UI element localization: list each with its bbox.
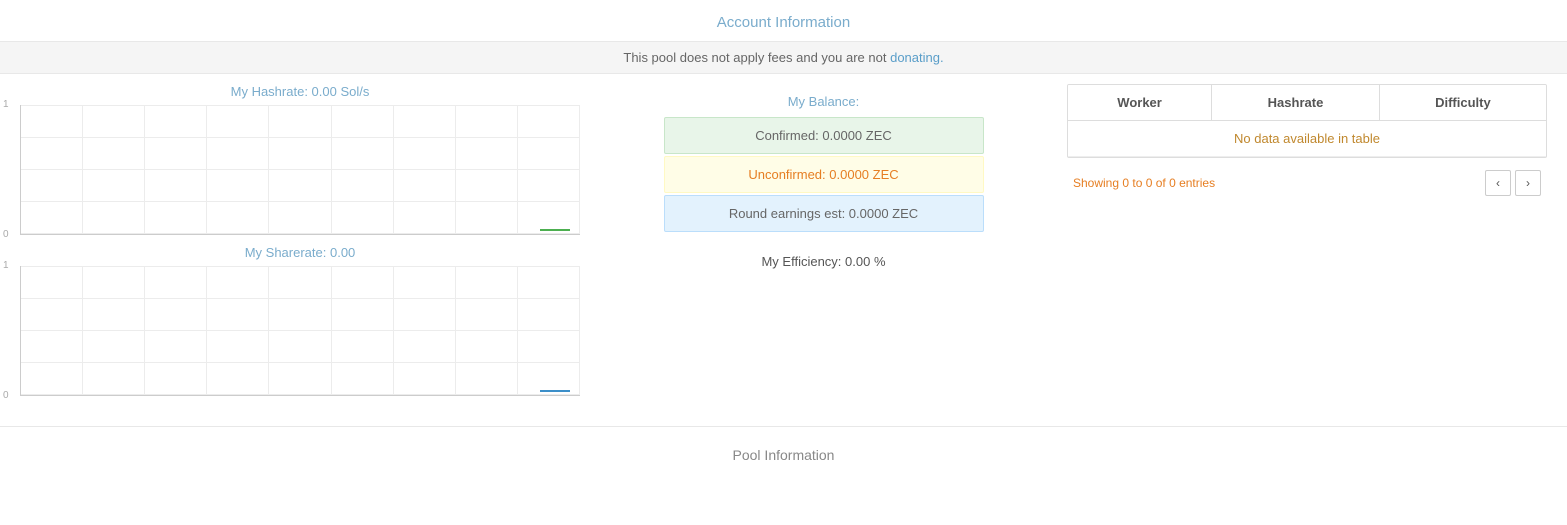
next-button[interactable]: › bbox=[1515, 170, 1541, 196]
worker-table: Worker Hashrate Difficulty No data avail… bbox=[1068, 85, 1546, 157]
balance-unconfirmed: Unconfirmed: 0.0000 ZEC bbox=[664, 156, 984, 193]
hashrate-line bbox=[540, 229, 570, 231]
hashrate-y-top: 1 bbox=[3, 99, 9, 110]
balance-box: My Balance: Confirmed: 0.0000 ZEC Unconf… bbox=[664, 94, 984, 234]
prev-button[interactable]: ‹ bbox=[1485, 170, 1511, 196]
right-panel: Worker Hashrate Difficulty No data avail… bbox=[1067, 84, 1547, 396]
worker-table-wrapper: Worker Hashrate Difficulty No data avail… bbox=[1067, 84, 1547, 158]
table-row-empty: No data available in table bbox=[1068, 121, 1546, 157]
sharerate-chart-section: My Sharerate: 0.00 1 0 bbox=[20, 245, 580, 396]
balance-confirmed: Confirmed: 0.0000 ZEC bbox=[664, 117, 984, 154]
pool-info-title: Pool Information bbox=[0, 426, 1567, 473]
efficiency-label: My Efficiency: 0.00 % bbox=[761, 254, 885, 269]
balance-round: Round earnings est: 0.0000 ZEC bbox=[664, 195, 984, 232]
pagination: ‹ › bbox=[1485, 170, 1541, 196]
hashrate-chart-area: 1 0 bbox=[20, 105, 580, 235]
no-data-message: No data available in table bbox=[1068, 121, 1546, 157]
balance-title: My Balance: bbox=[664, 94, 984, 109]
col-worker: Worker bbox=[1068, 85, 1212, 121]
sharerate-chart-area: 1 0 bbox=[20, 266, 580, 396]
hashrate-chart-section: My Hashrate: 0.00 Sol/s 1 0 bbox=[20, 84, 580, 235]
col-hashrate: Hashrate bbox=[1212, 85, 1380, 121]
hashrate-chart-title: My Hashrate: 0.00 Sol/s bbox=[20, 84, 580, 99]
notice-bar: This pool does not apply fees and you ar… bbox=[0, 41, 1567, 74]
donate-link[interactable]: donating. bbox=[890, 50, 944, 65]
notice-text: This pool does not apply fees and you ar… bbox=[623, 50, 886, 65]
col-difficulty: Difficulty bbox=[1379, 85, 1546, 121]
showing-entries: Showing 0 to 0 of 0 entries bbox=[1073, 176, 1215, 190]
page-title: Account Information bbox=[0, 0, 1567, 41]
sharerate-chart-title: My Sharerate: 0.00 bbox=[20, 245, 580, 260]
sharerate-line bbox=[540, 390, 570, 392]
sharerate-y-bottom: 0 bbox=[3, 390, 9, 401]
sharerate-y-top: 1 bbox=[3, 260, 9, 271]
center-panel: My Balance: Confirmed: 0.0000 ZEC Unconf… bbox=[590, 84, 1057, 396]
hashrate-y-bottom: 0 bbox=[3, 229, 9, 240]
table-footer: Showing 0 to 0 of 0 entries ‹ › bbox=[1067, 162, 1547, 204]
left-panel: My Hashrate: 0.00 Sol/s 1 0 bbox=[20, 84, 580, 396]
